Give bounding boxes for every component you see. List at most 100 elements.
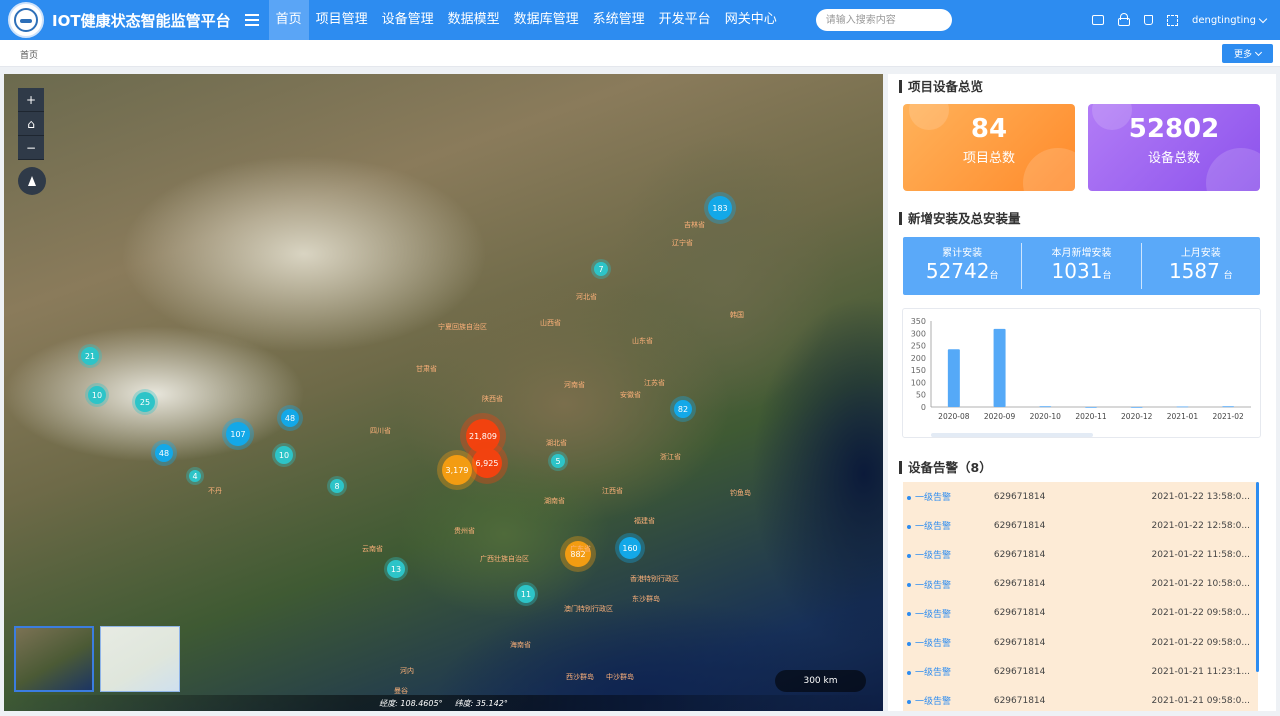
alarm-level: 一级告警: [903, 694, 986, 707]
message-icon[interactable]: [1092, 15, 1105, 25]
map-place-label: 山西省: [540, 319, 561, 327]
zoom-out-button[interactable]: −: [18, 136, 44, 160]
alarm-device-id: 629671814: [993, 520, 1046, 531]
map-cluster-marker[interactable]: 11: [517, 585, 535, 603]
stat-value: 52742: [925, 259, 990, 283]
menu-toggle-icon[interactable]: [244, 14, 259, 26]
chart-bar: [947, 349, 960, 407]
map-place-label: 海南省: [510, 641, 531, 649]
map-cluster-marker[interactable]: 82: [674, 400, 692, 418]
bullet-icon: [907, 524, 911, 529]
map-place-label: 不丹: [208, 487, 222, 495]
map-place-label: 江苏省: [644, 379, 665, 387]
chart-bar: [1130, 407, 1143, 408]
nav-device-management[interactable]: 设备管理: [375, 0, 441, 40]
chart-bar: [1039, 406, 1052, 408]
map-cluster-marker[interactable]: 6,925: [472, 448, 502, 478]
alarm-device-id: 629671814: [993, 608, 1046, 619]
breadcrumb[interactable]: 首页: [20, 48, 38, 61]
alarm-row[interactable]: 一级告警 629671814 2021-01-22 10:58:0...: [903, 570, 1258, 599]
map-cluster-marker[interactable]: 21: [81, 347, 99, 365]
map-place-label: 东沙群岛: [632, 595, 660, 603]
alarm-row[interactable]: 一级告警 629671814 2021-01-21 09:58:0...: [903, 686, 1258, 711]
map-cluster-marker[interactable]: 7: [594, 262, 608, 276]
vector-basemap-thumbnail[interactable]: [100, 626, 180, 692]
alarm-level: 一级告警: [903, 519, 986, 532]
bullet-icon: [907, 641, 911, 646]
nav-project-management[interactable]: 项目管理: [309, 0, 375, 40]
home-view-icon[interactable]: ⌂: [18, 112, 44, 136]
map-cluster-marker[interactable]: 8: [330, 479, 344, 493]
map-cluster-marker[interactable]: 3,179: [442, 455, 472, 485]
stat-value: 1031: [1051, 259, 1103, 283]
chart-bar: [1176, 406, 1189, 408]
map-place-label: 安徽省: [620, 391, 641, 399]
alarm-row[interactable]: 一级告警 629671814 2021-01-22 13:58:0...: [903, 482, 1258, 511]
map-cluster-marker[interactable]: 48: [281, 409, 299, 427]
nav-dev-platform[interactable]: 开发平台: [652, 0, 718, 40]
nav-database-management[interactable]: 数据库管理: [507, 0, 586, 40]
map-cluster-marker[interactable]: 5: [551, 454, 565, 468]
shirt-icon[interactable]: [1144, 15, 1154, 25]
map-place-label: 澳门特别行政区: [564, 605, 613, 613]
nav-home[interactable]: 首页: [268, 0, 309, 40]
map-cluster-marker[interactable]: 107: [226, 422, 250, 446]
map-place-label: 河南省: [564, 381, 585, 389]
map-place-label: 陕西省: [482, 395, 503, 403]
alarm-level: 一级告警: [903, 548, 986, 561]
alarm-level-text: 一级告警: [915, 668, 952, 679]
map-cluster-marker[interactable]: 48: [155, 444, 173, 462]
alarm-device-id: 629671814: [993, 695, 1046, 706]
map-cluster-marker[interactable]: 10: [275, 446, 293, 464]
map-cluster-marker[interactable]: 160: [619, 537, 641, 559]
map-place-label: 江西省: [602, 487, 623, 495]
fullscreen-icon[interactable]: [1167, 14, 1179, 26]
x-tick-label: 2020-09: [984, 412, 1016, 421]
alarm-level-text: 一级告警: [915, 609, 952, 620]
scale-bar: 300 km: [775, 670, 866, 692]
alarm-row[interactable]: 一级告警 629671814 2021-01-22 11:58:0...: [903, 540, 1258, 569]
alarm-row[interactable]: 一级告警 629671814 2021-01-22 09:58:0...: [903, 628, 1258, 657]
map-cluster-marker[interactable]: 13: [387, 560, 405, 578]
user-menu[interactable]: dengtingting: [1192, 14, 1268, 26]
nav-system-management[interactable]: 系统管理: [586, 0, 652, 40]
map-cluster-marker[interactable]: 183: [708, 196, 732, 220]
bullet-icon: [907, 553, 911, 558]
nav-gateway-center[interactable]: 网关中心: [718, 0, 784, 40]
nav-data-model[interactable]: 数据模型: [441, 0, 507, 40]
compass-icon[interactable]: [18, 167, 46, 195]
alarm-time: 2021-01-21 09:58:0...: [1151, 695, 1250, 706]
alarm-row[interactable]: 一级告警 629671814 2021-01-22 12:58:0...: [903, 511, 1258, 540]
x-tick-label: 2020-10: [1030, 412, 1062, 421]
total-installed-stat: 累计安装 52742台: [903, 243, 1023, 289]
map-place-label: 韩国: [730, 311, 744, 319]
longitude-label: 经度:: [379, 698, 398, 708]
map-cluster-marker[interactable]: 25: [135, 392, 155, 412]
lock-icon[interactable]: [1118, 13, 1131, 26]
bar-chart-svg: 0 50 100 150 200 250 300 350 2020-08 2020-09 2020-…: [911, 317, 1251, 437]
map-place-label: 福建省: [634, 517, 655, 525]
more-button[interactable]: 更多: [1222, 44, 1273, 63]
y-tick-label: 100: [911, 378, 926, 387]
satellite-map[interactable]: + ⌂ − 183 7 21 10 25 107 48 48 10 4 8 21,809 6,925 3,…: [4, 74, 883, 711]
alarm-level: 一级告警: [903, 490, 986, 503]
map-place-label: 河北省: [576, 293, 597, 301]
alarm-level: 一级告警: [903, 636, 986, 649]
alarm-row[interactable]: 一级告警 629671814 2021-01-21 11:23:1...: [903, 657, 1258, 686]
alarm-level-text: 一级告警: [915, 580, 952, 591]
map-place-label: 湖南省: [544, 497, 565, 505]
y-tick-label: 50: [916, 391, 926, 400]
alarm-level-text: 一级告警: [915, 639, 952, 650]
alarm-device-id: 629671814: [993, 491, 1046, 502]
install-chart: 0 50 100 150 200 250 300 350 2020-08 2020-09 2020-…: [902, 308, 1261, 438]
zoom-in-button[interactable]: +: [18, 88, 44, 112]
search-input[interactable]: [815, 9, 952, 31]
map-cluster-marker[interactable]: 10: [88, 386, 106, 404]
alarm-list[interactable]: 一级告警 629671814 2021-01-22 13:58:0... 一级告警 62…: [903, 482, 1258, 711]
map-place-label: 广东省: [570, 545, 591, 553]
satellite-basemap-thumbnail[interactable]: [14, 626, 94, 692]
alarm-row[interactable]: 一级告警 629671814 2021-01-22 09:58:0...: [903, 599, 1258, 628]
stat-label: 上月安装: [1180, 248, 1221, 259]
map-cluster-marker[interactable]: 4: [189, 470, 201, 482]
alarm-scrollbar[interactable]: [1256, 482, 1259, 672]
